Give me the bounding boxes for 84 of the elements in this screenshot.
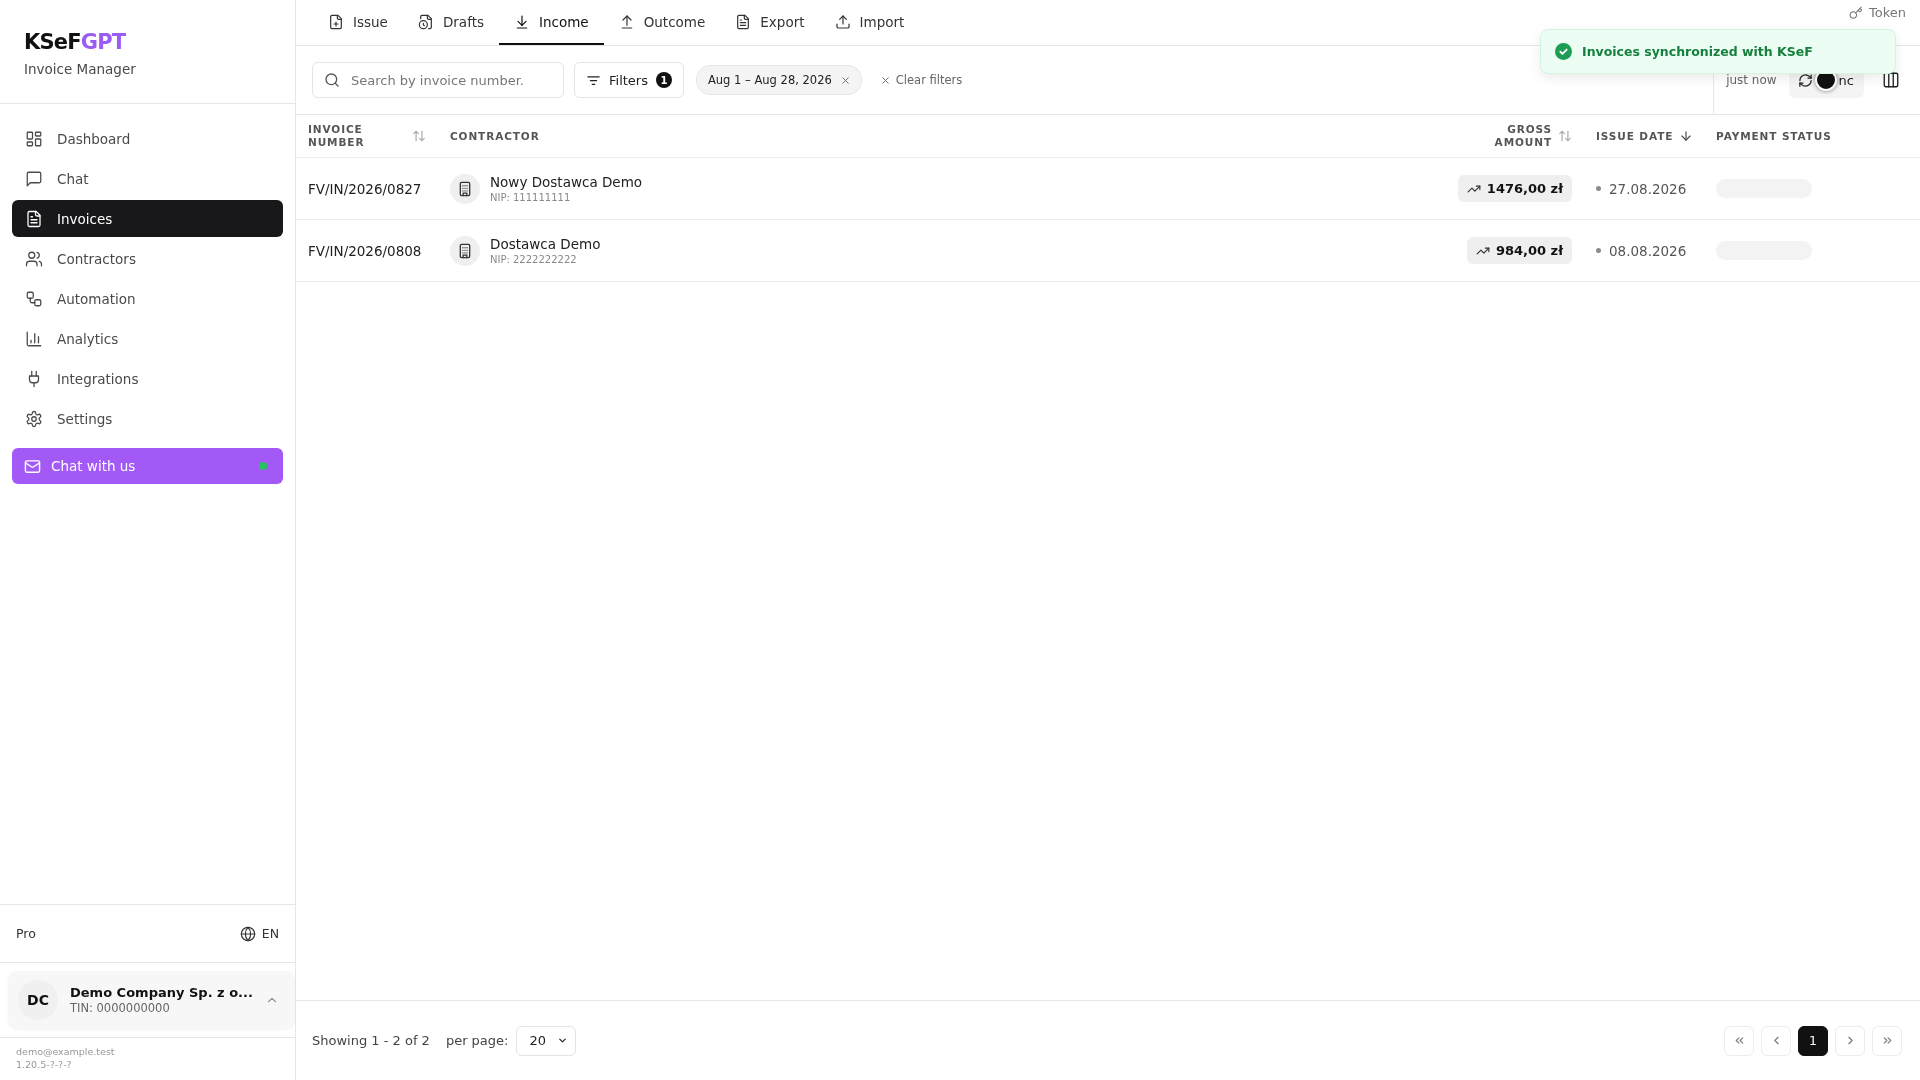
column-header: GROSS AMOUNT [1493,123,1552,149]
chat-with-us-button[interactable]: Chat with us [12,448,283,484]
download-icon [514,13,530,30]
columns-icon[interactable] [1882,71,1900,89]
nav-item[interactable]: Invoices [12,200,283,237]
column-header: ISSUE DATE [1596,129,1674,143]
building-icon [450,235,480,266]
company-name: Demo Company Sp. z o... [70,985,253,1000]
column-header: INVOICE NUMBER [308,123,366,149]
bullet-icon [1596,186,1601,191]
invoice-number: FV/IN/2026/0827 [308,180,422,197]
last-sync-time: just now [1726,73,1777,87]
nav-item[interactable]: Chat [12,160,283,197]
tab[interactable]: Export [720,0,820,45]
grid-icon [25,129,43,148]
tab[interactable]: Import [819,0,920,45]
filter-count: 1 [655,72,672,88]
file-plus-icon [328,13,344,30]
close-icon[interactable] [839,74,851,86]
contractor-nip: NIP: 2222222222 [490,253,577,266]
app-logo: KSeFGPT [24,29,126,55]
speech-bubble-icon [25,169,43,188]
first-page-button[interactable] [1724,1025,1754,1056]
token-button[interactable]: Token [1849,5,1906,21]
key-icon [1849,6,1863,20]
app-subtitle: Invoice Manager [24,61,136,77]
close-icon [879,74,891,86]
language-button[interactable]: EN [239,925,279,942]
app-version: 1.20.5-?-?-? [16,1058,72,1071]
sort-icon[interactable] [1558,129,1572,143]
sort-icon[interactable] [412,129,426,143]
bar-chart-icon [25,329,43,348]
linked-squares-icon [25,289,43,308]
search-field[interactable]: Search by invoice number. [312,62,564,98]
previous-page-button[interactable] [1761,1025,1791,1056]
nav-item[interactable]: Automation [12,280,283,317]
next-page-button[interactable] [1835,1025,1865,1056]
file-clock-icon [417,13,434,30]
filters-button[interactable]: Filters 1 [574,62,684,98]
nav-item[interactable]: Settings [12,400,283,437]
contractor-nip: NIP: 111111111 [490,191,571,204]
per-page-label: per page: [445,1033,509,1048]
nav-item[interactable]: Contractors [12,240,283,277]
mail-icon [24,457,41,475]
gross-amount: 984,00 zł [1495,243,1563,258]
company-avatar: DC [18,980,58,1020]
company-tin: TIN: 0000000000 [70,1001,171,1015]
invoice-number: FV/IN/2026/0808 [308,242,422,259]
chevron-down-icon [557,1035,569,1046]
search-icon [324,72,340,88]
tab[interactable]: Drafts [402,0,499,45]
building-icon [450,173,480,204]
upload-icon [834,13,851,30]
issue-date: 08.08.2026 [1609,242,1687,259]
results-summary: Showing 1 - 2 of 2 [312,1033,430,1048]
settings-icon [25,409,43,428]
contractor-name: Nowy Dostawca Demo [490,173,643,191]
refresh-icon [1797,72,1813,88]
document-icon [735,13,752,30]
tab[interactable]: Income [499,0,604,45]
nav-item[interactable]: Dashboard [12,120,283,157]
check-circle-icon [1555,43,1572,60]
clear-filters-button[interactable]: Clear filters [879,73,963,87]
company-switcher[interactable]: DC Demo Company Sp. z o... TIN: 0000000000 [8,971,295,1029]
people-icon [25,249,43,268]
document-icon [25,209,43,228]
page-button[interactable]: 1 [1798,1025,1828,1056]
nav-item[interactable]: Analytics [12,320,283,357]
contractor-name: Dostawca Demo [490,235,601,253]
toast-message: Invoices synchronized with KSeF [1582,44,1813,59]
gross-amount: 1476,00 zł [1486,181,1563,196]
bullet-icon [1596,248,1601,253]
issue-date: 27.08.2026 [1609,180,1687,197]
globe-icon [239,925,256,942]
tab[interactable]: Issue [313,0,403,45]
plan-label: Pro [16,926,36,941]
date-range-chip[interactable]: Aug 1 – Aug 28, 2026 [695,65,862,95]
last-page-button[interactable] [1872,1025,1902,1056]
column-header: PAYMENT STATUS [1716,129,1832,143]
nav-item[interactable]: Integrations [12,360,283,397]
tab[interactable]: Outcome [603,0,721,45]
column-header: CONTRACTOR [450,129,540,143]
user-email: demo@example.test [16,1045,115,1058]
per-page-select[interactable]: 20 [516,1025,577,1056]
